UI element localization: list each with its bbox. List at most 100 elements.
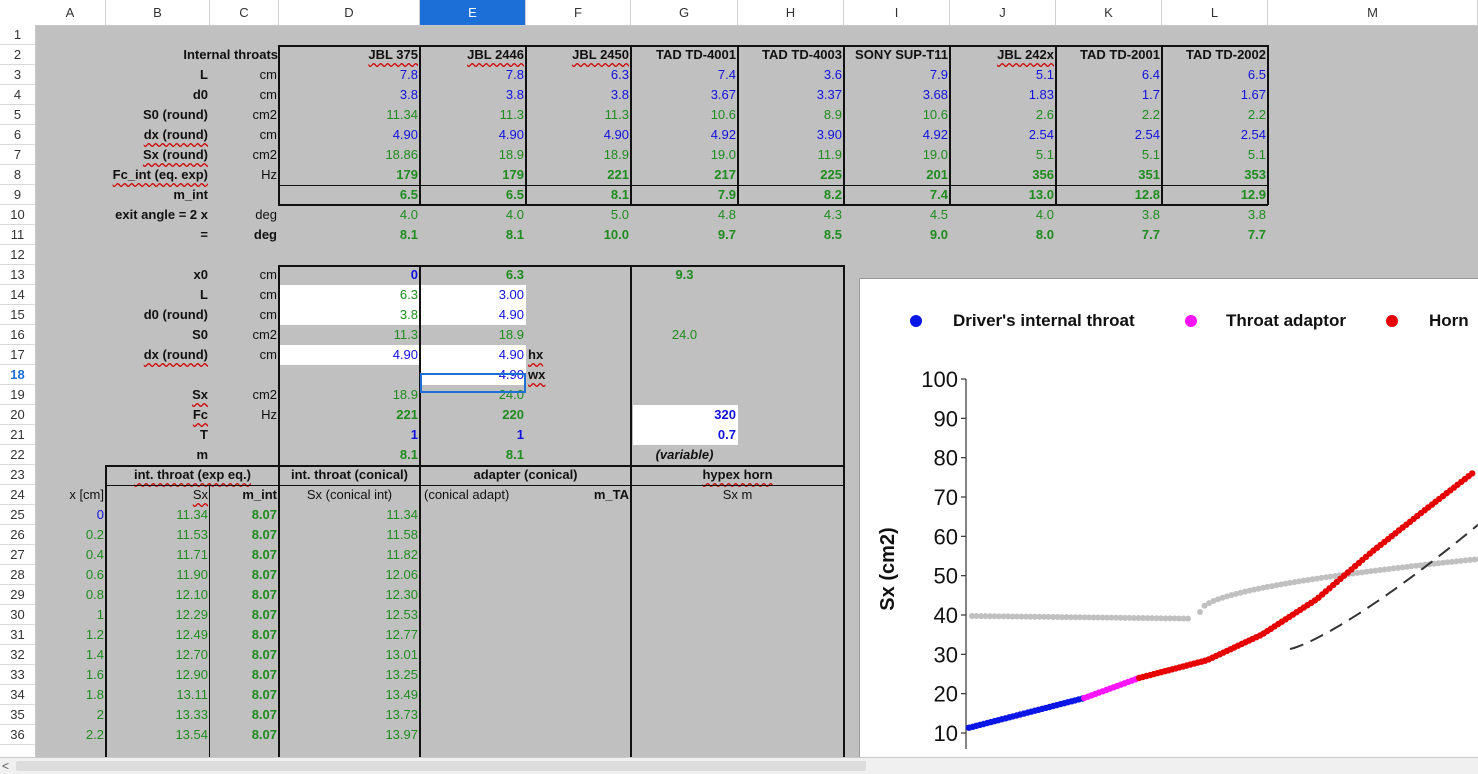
sx-exp-value[interactable]: 13.33 — [106, 705, 210, 725]
m-int-value[interactable]: 8.07 — [210, 685, 279, 705]
param-label[interactable]: exit angle = 2 x — [106, 205, 210, 225]
horn-value[interactable]: 320 — [633, 405, 738, 425]
horn-value[interactable]: 24.0 — [631, 325, 738, 345]
mid-param-label[interactable]: m — [106, 445, 210, 465]
x-value[interactable]: 0.4 — [35, 545, 106, 565]
param-label[interactable]: Fc_int (eq. exp) — [106, 165, 210, 185]
driver-throat-value[interactable]: 11.3 — [279, 325, 420, 345]
param-value[interactable]: 221 — [526, 165, 631, 185]
mid-param-unit[interactable]: cm — [210, 305, 279, 325]
param-value[interactable]: 5.0 — [526, 205, 631, 225]
driver-name-header[interactable]: TAD TD-2002 — [1162, 45, 1268, 65]
sx-exp-value[interactable]: 11.90 — [106, 565, 210, 585]
param-value[interactable]: 6.4 — [1056, 65, 1162, 85]
param-value[interactable]: 217 — [631, 165, 738, 185]
row-header-15[interactable]: 15 — [0, 305, 35, 325]
row-header-bar[interactable]: 1 2 3 4 5 6 7 8 9 10 11 12 13 14 15 16 17 18 19 20 21 22 23 24 2… — [0, 25, 36, 757]
param-value[interactable]: 7.9 — [844, 65, 950, 85]
param-value[interactable]: 2.2 — [1162, 105, 1268, 125]
sx-conical-value[interactable]: 12.53 — [279, 605, 420, 625]
param-value[interactable]: 8.0 — [950, 225, 1056, 245]
row-header-3[interactable]: 3 — [0, 65, 35, 85]
param-value[interactable]: 18.9 — [420, 145, 526, 165]
m-int-value[interactable]: 8.07 — [210, 605, 279, 625]
x-value[interactable]: 1.2 — [35, 625, 106, 645]
row-header-2[interactable]: 2 — [0, 45, 35, 65]
param-value[interactable]: 8.1 — [279, 225, 420, 245]
row-header-26[interactable]: 26 — [0, 525, 35, 545]
x-value[interactable]: 1 — [35, 605, 106, 625]
column-header-c[interactable]: C — [210, 0, 279, 25]
mid-param-label[interactable] — [106, 365, 210, 385]
param-unit[interactable]: Hz — [210, 165, 279, 185]
sx-exp-value[interactable]: 12.29 — [106, 605, 210, 625]
row-header-17[interactable]: 17 — [0, 345, 35, 365]
param-value[interactable]: 8.5 — [738, 225, 844, 245]
row-header-19[interactable]: 19 — [0, 385, 35, 405]
row-header-24[interactable]: 24 — [0, 485, 35, 505]
sx-conical-value[interactable]: 11.58 — [279, 525, 420, 545]
sx-exp-value[interactable]: 13.54 — [106, 725, 210, 745]
x-value[interactable]: 0.6 — [35, 565, 106, 585]
section-adapter[interactable]: adapter (conical) — [420, 465, 631, 485]
param-value[interactable]: 8.2 — [738, 185, 844, 205]
param-value[interactable]: 3.6 — [738, 65, 844, 85]
param-unit[interactable]: cm — [210, 65, 279, 85]
param-value[interactable]: 2.54 — [1056, 125, 1162, 145]
x-value[interactable]: 2.2 — [35, 725, 106, 745]
column-header-l[interactable]: L — [1162, 0, 1268, 25]
subheader-x[interactable]: x [cm] — [35, 485, 106, 505]
row-header-13[interactable]: 13 — [0, 265, 35, 285]
param-value[interactable]: 3.8 — [1162, 205, 1268, 225]
param-value[interactable]: 18.9 — [526, 145, 631, 165]
param-value[interactable]: 179 — [420, 165, 526, 185]
driver-throat-value[interactable]: 221 — [279, 405, 420, 425]
param-value[interactable]: 6.5 — [279, 185, 420, 205]
param-value[interactable]: 1.67 — [1162, 85, 1268, 105]
param-label[interactable]: m_int — [106, 185, 210, 205]
param-value[interactable]: 2.54 — [950, 125, 1056, 145]
param-value[interactable]: 7.9 — [631, 185, 738, 205]
sx-conical-value[interactable]: 13.73 — [279, 705, 420, 725]
sx-conical-value[interactable]: 13.97 — [279, 725, 420, 745]
param-value[interactable]: 5.1 — [1162, 145, 1268, 165]
param-value[interactable]: 6.3 — [526, 65, 631, 85]
subheader-sx-m[interactable]: Sx m — [631, 485, 844, 505]
param-value[interactable]: 8.1 — [420, 225, 526, 245]
param-value[interactable]: 6.5 — [420, 185, 526, 205]
param-value[interactable]: 4.8 — [631, 205, 738, 225]
adapter-value[interactable]: 3.00 — [420, 285, 526, 305]
param-value[interactable]: 19.0 — [844, 145, 950, 165]
x-value[interactable]: 0.2 — [35, 525, 106, 545]
mid-param-label[interactable]: d0 (round) — [106, 305, 210, 325]
param-value[interactable]: 3.8 — [279, 85, 420, 105]
param-value[interactable]: 12.8 — [1056, 185, 1162, 205]
param-value[interactable]: 10.6 — [844, 105, 950, 125]
param-value[interactable]: 8.1 — [526, 185, 631, 205]
column-header-k[interactable]: K — [1056, 0, 1162, 25]
row-header-14[interactable]: 14 — [0, 285, 35, 305]
column-header-bar[interactable]: ABCDEFGHIJKLM — [0, 0, 1478, 26]
row-header-8[interactable]: 8 — [0, 165, 35, 185]
row-header-34[interactable]: 34 — [0, 685, 35, 705]
subheader-m-ta[interactable]: m_TA — [526, 485, 631, 505]
param-unit[interactable]: deg — [210, 205, 279, 225]
column-header-m[interactable]: M — [1268, 0, 1478, 25]
scroll-left-arrow-icon[interactable]: < — [2, 758, 9, 774]
subheader-sx-conical[interactable]: Sx (conical int) — [279, 485, 420, 505]
driver-throat-value[interactable]: 0 — [279, 265, 420, 285]
mid-param-label[interactable]: Fc — [106, 405, 210, 425]
param-value[interactable]: 4.90 — [420, 125, 526, 145]
row-header-25[interactable]: 25 — [0, 505, 35, 525]
x-value[interactable]: 1.8 — [35, 685, 106, 705]
driver-name-header[interactable]: JBL 2450 — [526, 45, 631, 65]
row-header-30[interactable]: 30 — [0, 605, 35, 625]
param-value[interactable]: 11.34 — [279, 105, 420, 125]
param-value[interactable]: 353 — [1162, 165, 1268, 185]
row-header-10[interactable]: 10 — [0, 205, 35, 225]
sx-exp-value[interactable]: 11.53 — [106, 525, 210, 545]
mid-param-unit[interactable] — [210, 425, 279, 445]
section-int-throat-exp[interactable]: int. throat (exp eq.) — [106, 465, 279, 485]
param-value[interactable]: 11.3 — [526, 105, 631, 125]
horn-value[interactable] — [631, 365, 738, 385]
